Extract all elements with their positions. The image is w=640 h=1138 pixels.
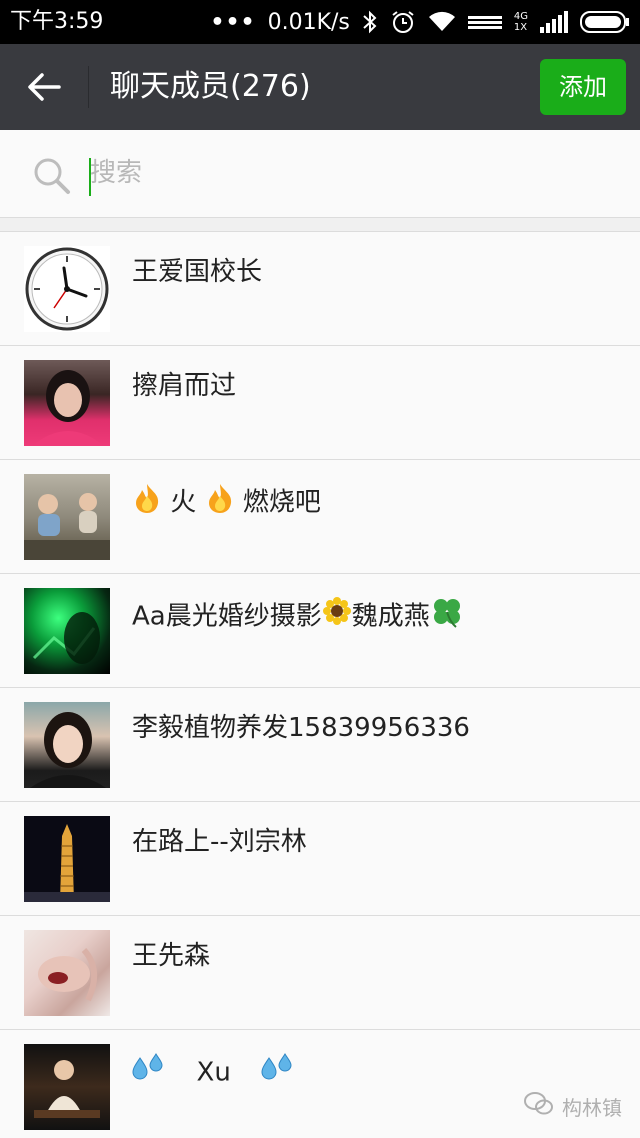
watermark-text: 构林镇 (562, 1095, 622, 1120)
member-name-part: 燃烧吧 (242, 487, 321, 518)
avatar (24, 1044, 110, 1130)
search-icon (32, 156, 72, 196)
member-name-part: Aa晨光婚纱摄影 (132, 601, 322, 632)
sunflower-icon (322, 596, 352, 638)
hands-photo (38, 947, 97, 1002)
wechat-logo-icon (524, 1091, 554, 1122)
status-icons: ••• 0.01K/s 4G 1X (210, 6, 630, 38)
member-name: 王先森 (132, 941, 211, 971)
children-photo (24, 493, 110, 560)
net-speed: 0.01K/s (267, 9, 350, 35)
network-bottom-label: 1X (513, 22, 528, 33)
four-leaf-clover-icon (430, 596, 464, 638)
member-list: 王爱国校长 擦肩而过 火 燃烧吧 Aa晨光婚纱摄影 魏成燕 李毅植物养发1583… (0, 232, 640, 1138)
member-row[interactable]: 在路上--刘宗林 (0, 802, 640, 916)
member-name: Xu (132, 1052, 295, 1094)
member-name: 擦肩而过 (132, 371, 237, 401)
member-row[interactable]: 王先森 (0, 916, 640, 1030)
avatar (24, 930, 110, 1016)
wifi-icon (428, 11, 456, 33)
avatar (24, 474, 110, 560)
member-name: 在路上--刘宗林 (132, 827, 307, 857)
status-bar: 下午3:59 ••• 0.01K/s 4G 1X (0, 0, 640, 44)
title-divider (88, 66, 89, 108)
avatar (24, 816, 110, 902)
bluetooth-icon (362, 10, 378, 34)
member-row[interactable]: 李毅植物养发15839956336 (0, 688, 640, 802)
member-name-part: 火 (170, 487, 197, 518)
member-row[interactable]: Aa晨光婚纱摄影 魏成燕 (0, 574, 640, 688)
sweat-droplets-icon (261, 1052, 295, 1094)
signal-dots-icon (467, 12, 502, 32)
page-title: 聊天成员(276) (110, 69, 311, 104)
avatar (24, 588, 110, 674)
member-name-part: 魏成燕 (351, 601, 430, 632)
member-name-part: Xu (196, 1057, 231, 1088)
network-type: 4G 1X (514, 11, 528, 33)
member-name: 王爱国校长 (132, 257, 263, 287)
battery-icon (580, 10, 630, 34)
sweat-droplets-icon (132, 1052, 166, 1094)
alarm-clock-icon (390, 9, 416, 35)
avatar (24, 360, 110, 446)
text-cursor (89, 158, 91, 196)
add-member-button[interactable]: 添加 (540, 59, 626, 115)
tower-photo (24, 824, 110, 902)
green-light-photo (32, 612, 100, 664)
cell-signal-icon (540, 11, 568, 33)
member-name: 火 燃烧吧 (132, 482, 321, 524)
status-time: 下午3:59 (10, 9, 104, 34)
notification-dots: ••• (210, 9, 256, 35)
search-input[interactable] (90, 150, 590, 196)
list-spacer (0, 218, 640, 232)
person-photo (32, 370, 104, 446)
fire-icon (205, 482, 235, 524)
member-row[interactable]: 擦肩而过 (0, 346, 640, 460)
avatar (24, 702, 110, 788)
avatar (24, 246, 110, 332)
search-bar (0, 130, 640, 218)
member-row[interactable]: 火 燃烧吧 (0, 460, 640, 574)
clock-icon (25, 247, 109, 331)
person-photo (30, 712, 106, 788)
title-bar: 聊天成员(276) 添加 (0, 44, 640, 130)
fire-icon (132, 482, 162, 524)
member-name: Aa晨光婚纱摄影 魏成燕 (132, 596, 464, 638)
tea-ceremony-photo (34, 1060, 100, 1118)
back-arrow-icon (28, 73, 61, 101)
member-row[interactable]: 王爱国校长 (0, 232, 640, 346)
network-top-label: 4G (513, 11, 528, 22)
member-name: 李毅植物养发15839956336 (132, 713, 470, 743)
back-button[interactable] (18, 62, 70, 112)
watermark: 构林镇 (524, 1090, 622, 1122)
